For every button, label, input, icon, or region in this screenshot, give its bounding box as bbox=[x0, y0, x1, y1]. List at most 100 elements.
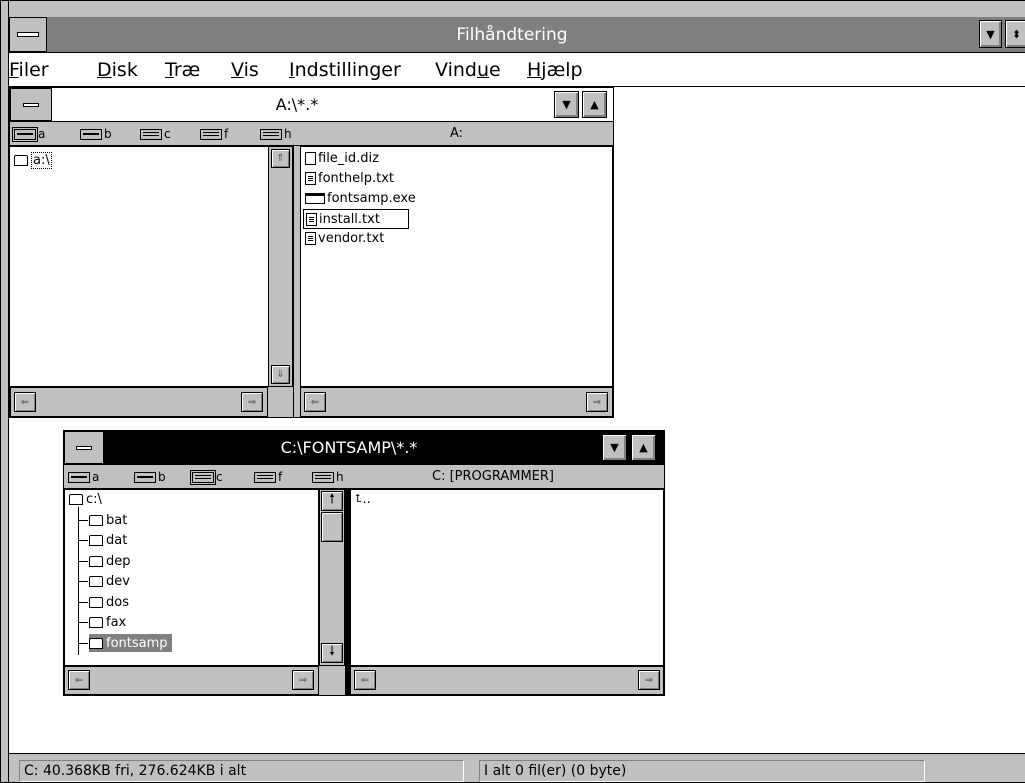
file-item[interactable]: file_id.diz bbox=[305, 149, 379, 167]
file-list-pane[interactable]: file_id.diz fonthelp.txt fontsamp.exe in… bbox=[300, 146, 613, 387]
app-title-bar[interactable]: Filhåndtering ▼ ⬍ bbox=[9, 17, 1025, 53]
folder-icon bbox=[89, 575, 103, 587]
drive-window-a: A:\*.* ▼ ▲ a b c f h A: a:\ ⇑ ⇓ file_id.… bbox=[9, 87, 614, 418]
folder-icon bbox=[89, 555, 103, 567]
file-horizontal-scrollbar[interactable]: ⇐ ⇒ bbox=[350, 666, 664, 695]
scroll-left-button[interactable]: ⇐ bbox=[354, 670, 376, 690]
scroll-left-button[interactable]: ⇐ bbox=[14, 392, 36, 412]
tree-item-selected[interactable]: fontsamp bbox=[89, 634, 172, 652]
scroll-right-button[interactable]: ⇒ bbox=[292, 670, 314, 690]
status-bar: C: 40.368KB fri, 276.624KB i alt I alt 0… bbox=[9, 753, 1025, 782]
directory-tree-pane[interactable]: c:\ bat dat dep dev dos fax fontsamp bbox=[64, 489, 319, 666]
text-file-icon bbox=[305, 231, 316, 245]
drive-window-a-titlebar[interactable]: A:\*.* ▼ ▲ bbox=[10, 88, 613, 122]
scroll-thumb[interactable] bbox=[321, 512, 343, 542]
drive-window-a-system-menu[interactable] bbox=[10, 88, 52, 121]
drive-a-button[interactable]: a bbox=[12, 126, 45, 142]
drive-window-c-maximize[interactable]: ▲ bbox=[631, 434, 656, 461]
floppy-drive-icon bbox=[12, 126, 38, 142]
tree-item-label: dat bbox=[106, 532, 128, 548]
menu-vis-mnemonic: V bbox=[231, 59, 244, 81]
menu-indstillinger[interactable]: Indstillinger bbox=[289, 59, 401, 81]
status-selection: I alt 0 fil(er) (0 byte) bbox=[479, 760, 925, 782]
drive-a-button[interactable]: a bbox=[68, 469, 99, 485]
tree-item-label: fontsamp bbox=[106, 635, 168, 651]
menu-vis[interactable]: Vis bbox=[231, 59, 259, 81]
folder-icon bbox=[69, 493, 83, 505]
file-item[interactable]: fonthelp.txt bbox=[305, 169, 394, 187]
app-title: Filhåndtering bbox=[456, 24, 568, 45]
menu-disk[interactable]: Disk bbox=[97, 59, 138, 81]
tree-item[interactable]: fax bbox=[89, 613, 126, 631]
floppy-drive-icon bbox=[134, 471, 156, 483]
pane-splitter[interactable] bbox=[293, 146, 300, 417]
system-menu-button[interactable] bbox=[9, 17, 47, 52]
scroll-up-button[interactable]: ⇑ bbox=[271, 149, 290, 168]
file-list-pane[interactable]: ⮤.. bbox=[350, 489, 664, 666]
tree-connector bbox=[78, 602, 88, 603]
drive-window-c-system-menu[interactable] bbox=[64, 431, 104, 464]
drive-c-button[interactable]: c bbox=[140, 126, 171, 142]
scroll-left-button[interactable]: ⇐ bbox=[304, 392, 326, 412]
file-item-parent[interactable]: ⮤.. bbox=[355, 490, 371, 508]
drive-letter: f bbox=[224, 127, 229, 141]
floppy-drive-icon bbox=[80, 128, 102, 140]
hard-drive-icon bbox=[190, 469, 216, 485]
status-disk-space: C: 40.368KB fri, 276.624KB i alt bbox=[19, 760, 464, 782]
scroll-right-button[interactable]: ⇒ bbox=[241, 392, 263, 412]
tree-vertical-scrollbar[interactable]: 🠕 🠗 bbox=[319, 489, 345, 666]
scroll-down-button[interactable]: ⇓ bbox=[271, 365, 290, 384]
scroll-up-button[interactable]: 🠕 bbox=[321, 491, 343, 511]
file-name: file_id.diz bbox=[318, 150, 379, 166]
drive-window-a-maximize[interactable]: ▲ bbox=[582, 91, 607, 118]
tree-item-root[interactable]: c:\ bbox=[69, 490, 102, 508]
drive-c-button[interactable]: c bbox=[190, 469, 223, 485]
drive-letter: b bbox=[104, 127, 112, 141]
drive-window-c-titlebar[interactable]: C:\FONTSAMP\*.* ▼ ▲ bbox=[64, 431, 664, 465]
directory-tree-pane[interactable]: a:\ bbox=[10, 146, 273, 387]
window-frame-top[interactable] bbox=[1, 1, 1025, 18]
volume-label: A: bbox=[450, 126, 464, 141]
menu-vindue[interactable]: Vindue bbox=[435, 59, 501, 81]
drive-window-c-minimize[interactable]: ▼ bbox=[602, 434, 627, 461]
drive-f-button[interactable]: f bbox=[254, 469, 282, 485]
drive-letter: h bbox=[336, 470, 344, 484]
tree-horizontal-scrollbar[interactable]: ⇐ ⇒ bbox=[10, 387, 268, 417]
tree-item[interactable]: dos bbox=[89, 593, 129, 611]
tree-item-root[interactable]: a:\ bbox=[14, 151, 52, 169]
scroll-left-button[interactable]: ⇐ bbox=[68, 670, 90, 690]
tree-item[interactable]: bat bbox=[89, 511, 127, 529]
file-item[interactable]: vendor.txt bbox=[305, 229, 384, 247]
tree-connector bbox=[78, 643, 88, 644]
menu-filer[interactable]: Filer bbox=[9, 59, 49, 81]
scroll-down-button[interactable]: 🠗 bbox=[321, 643, 343, 663]
hard-drive-icon bbox=[260, 128, 282, 140]
file-item[interactable]: fontsamp.exe bbox=[305, 189, 416, 207]
tree-item[interactable]: dev bbox=[89, 572, 130, 590]
tree-horizontal-scrollbar[interactable]: ⇐ ⇒ bbox=[64, 666, 319, 695]
scroll-right-button[interactable]: ⇒ bbox=[638, 670, 660, 690]
file-name: install.txt bbox=[319, 211, 380, 227]
up-arrow-icon: ⮤ bbox=[355, 492, 362, 505]
tree-vertical-scrollbar[interactable]: ⇑ ⇓ bbox=[268, 146, 293, 387]
scroll-right-button[interactable]: ⇒ bbox=[586, 392, 608, 412]
minimize-button[interactable]: ▼ bbox=[979, 20, 1002, 48]
menu-trae[interactable]: Træ bbox=[165, 59, 200, 81]
tree-item[interactable]: dep bbox=[89, 552, 131, 570]
file-item-focused[interactable]: install.txt bbox=[303, 209, 409, 229]
drive-b-button[interactable]: b bbox=[134, 469, 166, 485]
system-menu-icon bbox=[17, 31, 39, 37]
drive-letter: f bbox=[278, 470, 283, 484]
menu-hjaelp[interactable]: Hjælp bbox=[527, 59, 583, 81]
restore-button[interactable]: ⬍ bbox=[1005, 20, 1025, 48]
drive-h-button[interactable]: h bbox=[260, 126, 292, 142]
drive-f-button[interactable]: f bbox=[200, 126, 228, 142]
drive-letter: c bbox=[164, 127, 171, 141]
file-horizontal-scrollbar[interactable]: ⇐ ⇒ bbox=[300, 387, 613, 417]
window-frame-left[interactable] bbox=[1, 1, 9, 782]
program-icon bbox=[305, 192, 325, 204]
drive-h-button[interactable]: h bbox=[312, 469, 344, 485]
drive-window-a-minimize[interactable]: ▼ bbox=[554, 91, 579, 118]
tree-item[interactable]: dat bbox=[89, 531, 127, 549]
drive-b-button[interactable]: b bbox=[80, 126, 112, 142]
